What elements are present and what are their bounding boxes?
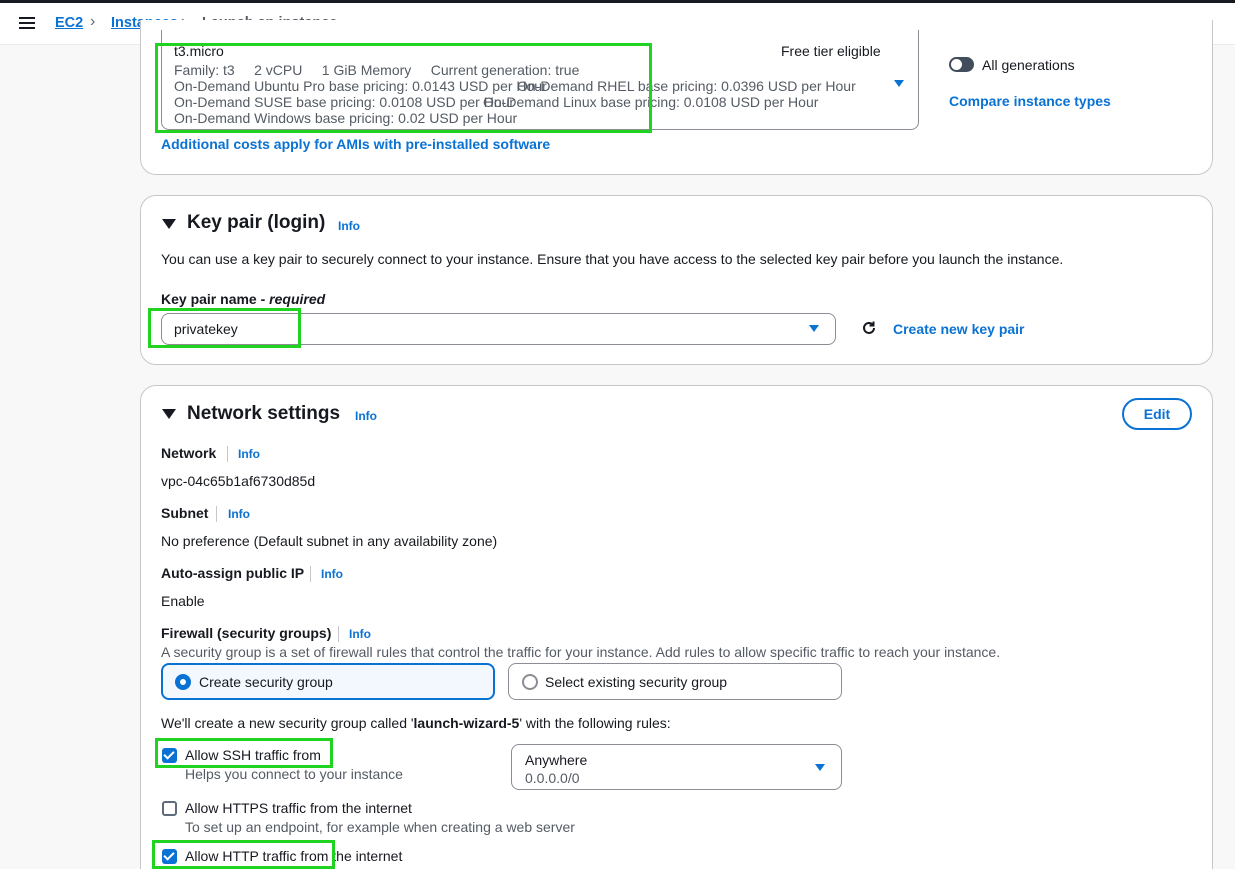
hamburger-icon[interactable] (19, 17, 35, 29)
create-key-pair-link[interactable]: Create new key pair (893, 321, 1025, 337)
all-generations-label: All generations (982, 57, 1075, 73)
network-settings-title: Network settings (187, 403, 341, 424)
breadcrumb-ec2[interactable]: EC2 (55, 15, 83, 31)
ssh-source-cidr: 0.0.0.0/0 (525, 770, 580, 786)
chevron-down-icon[interactable] (894, 80, 904, 87)
network-settings-panel: Network settings Info Edit Network Info … (140, 385, 1213, 869)
ssh-checkbox[interactable] (162, 748, 177, 763)
firewall-info-link[interactable]: Info (349, 627, 371, 641)
network-settings-info-link[interactable]: Info (355, 409, 377, 423)
http-label: Allow HTTP traffic from the internet (185, 848, 403, 864)
https-label: Allow HTTPS traffic from the internet (185, 800, 412, 816)
instance-family-line: Family: t3 2 vCPU 1 GiB Memory Current g… (174, 62, 580, 78)
pricing-linux: On-Demand Linux base pricing: 0.0108 USD… (483, 94, 819, 110)
additional-costs-link[interactable]: Additional costs apply for AMIs with pre… (161, 136, 550, 152)
key-pair-title: Key pair (login) (187, 212, 326, 233)
free-tier-badge: Free tier eligible (781, 43, 881, 59)
compare-instance-types-link[interactable]: Compare instance types (949, 93, 1111, 109)
instance-type-panel: t3.micro Free tier eligible Family: t3 2… (140, 20, 1213, 175)
network-label: Network (161, 445, 217, 461)
public-ip-label: Auto-assign public IP (161, 565, 305, 581)
subnet-info-link[interactable]: Info (228, 507, 250, 521)
http-checkbox[interactable] (162, 849, 177, 864)
key-pair-description: You can use a key pair to securely conne… (161, 251, 1064, 267)
public-ip-info-link[interactable]: Info (321, 567, 343, 581)
https-help: To set up an endpoint, for example when … (185, 819, 575, 835)
chevron-down-icon[interactable] (809, 325, 819, 332)
ssh-source-select[interactable]: Anywhere 0.0.0.0/0 (511, 744, 842, 790)
https-checkbox[interactable] (162, 801, 177, 816)
radio-selected-icon (175, 674, 191, 690)
security-group-intro: We'll create a new security group called… (161, 715, 671, 731)
key-pair-info-link[interactable]: Info (338, 219, 360, 233)
pricing-windows: On-Demand Windows base pricing: 0.02 USD… (174, 110, 518, 126)
network-value: vpc-04c65b1af6730d85d (161, 473, 316, 489)
ssh-source-value: Anywhere (525, 752, 588, 768)
firewall-description: A security group is a set of firewall ru… (161, 644, 1001, 660)
edit-button-label: Edit (1143, 406, 1171, 422)
collapse-triangle-icon[interactable] (162, 409, 176, 419)
all-generations-toggle[interactable] (949, 57, 974, 72)
pricing-suse: On-Demand SUSE base pricing: 0.0108 USD … (174, 94, 515, 110)
edit-button[interactable]: Edit (1122, 398, 1192, 430)
key-pair-value: privatekey (174, 321, 238, 337)
radio-unselected-icon (522, 674, 538, 690)
collapse-triangle-icon[interactable] (162, 219, 176, 229)
key-pair-select[interactable] (161, 313, 836, 345)
chevron-right-icon: › (90, 13, 96, 30)
create-security-group-label: Create security group (199, 674, 333, 690)
pricing-rhel: On-Demand RHEL base pricing: 0.0396 USD … (517, 78, 856, 94)
select-existing-security-group-label: Select existing security group (545, 674, 728, 690)
pricing-ubuntu: On-Demand Ubuntu Pro base pricing: 0.014… (174, 78, 547, 94)
select-existing-security-group-option[interactable]: Select existing security group (508, 663, 842, 700)
subnet-value: No preference (Default subnet in any ava… (161, 533, 498, 549)
key-pair-name-label: Key pair name - required (161, 291, 326, 307)
network-info-link[interactable]: Info (238, 447, 260, 461)
create-security-group-option[interactable]: Create security group (161, 663, 495, 700)
instance-type-name: t3.micro (174, 43, 224, 59)
ssh-label: Allow SSH traffic from (185, 747, 321, 763)
firewall-label: Firewall (security groups) (161, 625, 332, 641)
refresh-icon[interactable] (860, 319, 878, 337)
public-ip-value: Enable (161, 593, 205, 609)
subnet-label: Subnet (161, 505, 209, 521)
key-pair-panel: Key pair (login) Info You can use a key … (140, 195, 1213, 365)
ssh-help: Helps you connect to your instance (185, 766, 403, 782)
chevron-down-icon (815, 764, 825, 771)
